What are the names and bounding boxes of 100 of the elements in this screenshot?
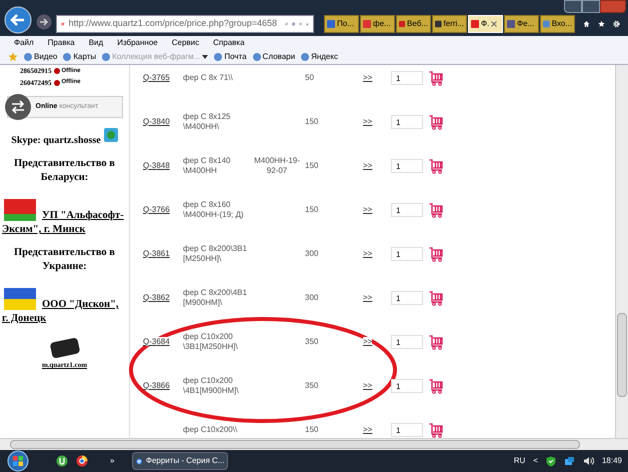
favorites-link[interactable]: Видео [24,51,58,63]
arrows-icon [4,93,32,121]
browser-e-icon [136,456,143,466]
flag-icon [4,288,36,310]
cart-icon[interactable] [429,158,443,174]
favorite-icon [24,53,32,61]
menu-item[interactable]: Вид [88,37,104,49]
phone-image [49,337,80,359]
product-code-link[interactable]: Q-3848 [143,161,170,170]
cart-icon[interactable] [429,70,443,86]
language-indicator[interactable]: RU [514,455,526,467]
details-link[interactable]: >> [363,117,372,126]
cart-icon[interactable] [429,290,443,306]
details-link[interactable]: >> [363,293,372,302]
scrollbar-thumb[interactable] [617,313,627,397]
favorite-icon [214,53,222,61]
browser-tab[interactable]: фе... [360,15,395,33]
favorites-link[interactable]: Почта [214,51,247,63]
product-code-link[interactable]: Q-3765 [143,73,170,82]
favorites-link[interactable]: Словари [252,51,296,63]
product-code-link[interactable]: Q-3684 [143,337,170,346]
window-minimize-button[interactable] [564,0,582,13]
product-code-link[interactable]: Q-3862 [143,293,170,302]
product-name: фер С10х200\\ [183,425,238,435]
quantity-field[interactable]: 1 [391,335,423,349]
cart-icon[interactable] [429,422,443,438]
favorite-icon [102,53,110,61]
quantity-field[interactable]: 1 [391,203,423,217]
quantity-field[interactable]: 1 [391,379,423,393]
torrent-app-icon[interactable] [56,455,68,467]
shield-icon[interactable] [546,456,556,466]
product-price: 150 [305,204,320,216]
forward-icon[interactable] [36,14,52,30]
cart-icon[interactable] [429,334,443,350]
browser-tab[interactable]: Фе... [504,15,539,33]
product-price: 150 [305,424,320,436]
quantity-field[interactable]: 1 [391,71,423,85]
details-link[interactable]: >> [363,73,372,82]
product-code-link[interactable]: Q-3766 [143,205,170,214]
clock[interactable]: 18:49 [602,455,622,467]
window-maximize-button[interactable] [582,0,600,13]
details-link[interactable]: >> [363,161,372,170]
favorites-link[interactable]: Карты [63,51,96,63]
menu-item[interactable]: Файл [14,37,34,49]
tab-site-icon [471,20,479,28]
tray-expand-arrow[interactable]: < [533,455,538,467]
details-link[interactable]: >> [363,425,372,434]
cart-icon[interactable] [429,378,443,394]
product-name: фер С 8х125 \М400НН\ [183,112,232,132]
tab-site-icon [507,20,515,28]
cart-icon[interactable] [429,202,443,218]
favorites-star-icon[interactable] [8,52,18,62]
quantity-field[interactable]: 1 [391,159,423,173]
office-link[interactable]: УП "Альфасофт-Эксим", г. Минск [2,199,125,237]
product-code-link[interactable]: Q-3840 [143,117,170,126]
menu-item[interactable]: Справка [213,37,245,49]
menu-item[interactable]: Сервис [172,37,200,49]
details-link[interactable]: >> [363,337,372,346]
browser-tab[interactable]: По... [324,15,359,33]
horizontal-scrollbar[interactable] [0,438,628,450]
quantity-field[interactable]: 1 [391,115,423,129]
cart-icon[interactable] [429,114,443,130]
quantity-field[interactable]: 1 [391,291,423,305]
taskbar-task-button[interactable]: Ферриты - Серия С... [132,452,228,470]
details-link[interactable]: >> [363,205,372,214]
tab-close-icon[interactable] [491,21,498,27]
back-icon[interactable] [4,6,32,34]
skype-status-icon [104,128,118,142]
menu-item[interactable]: Избранное [117,37,158,49]
horizontal-scrollbar-thumb[interactable] [10,440,580,449]
details-link[interactable]: >> [363,381,372,390]
favorite-icon [63,53,72,61]
product-code-link[interactable]: Q-3866 [143,381,170,390]
product-price: 300 [305,292,320,304]
flag-icon [4,199,36,221]
browser-tab[interactable]: Ф. [468,15,503,33]
quantity-field[interactable]: 1 [391,247,423,261]
office-link[interactable]: ООО "Дискон", г. Донецк [2,288,125,326]
tab-site-icon [363,20,371,28]
product-price: 50 [305,72,315,84]
browser-app-icon[interactable] [76,455,88,467]
tab-site-icon [399,20,406,28]
favorites-link[interactable]: Яндекс [301,51,338,63]
taskbar-overflow[interactable]: » [110,455,114,467]
product-code-link[interactable]: Q-3861 [143,249,170,258]
cart-icon[interactable] [429,246,443,262]
menu-item[interactable]: Правка [48,37,75,49]
details-link[interactable]: >> [363,249,372,258]
start-button-icon[interactable] [6,450,30,472]
address-bar[interactable]: http://www.quartz1.com/price/price.php?group=4658 [56,15,314,33]
browser-tab[interactable]: ferri... [432,15,467,33]
speaker-icon[interactable] [582,456,594,466]
tab-site-icon [543,20,550,28]
quantity-field[interactable]: 1 [391,423,423,437]
network-icon[interactable] [564,456,575,466]
browser-tab[interactable]: Веб... [396,15,431,33]
vertical-scrollbar[interactable] [615,65,628,438]
settings-icon[interactable] [613,18,620,30]
browser-tab[interactable]: Вхо... [540,15,575,33]
favorite-icon [301,53,310,61]
